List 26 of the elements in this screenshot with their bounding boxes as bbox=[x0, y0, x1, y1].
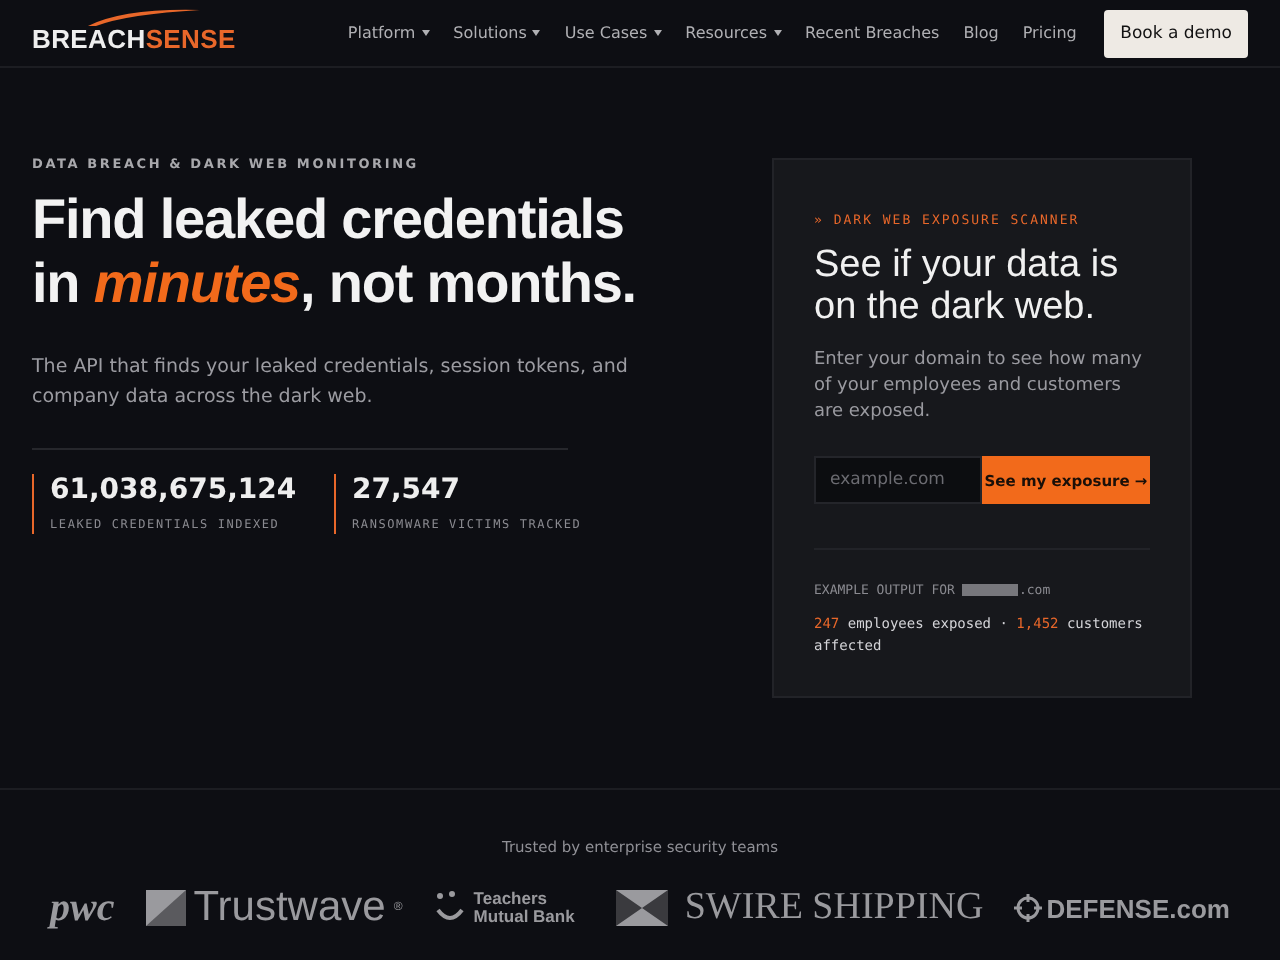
partner-logo: SWIRE SHIPPING bbox=[616, 886, 984, 930]
scanner-title: See if your data is on the dark web. bbox=[814, 244, 1121, 328]
lead-paragraph: The API that finds your leaked credentials, session tokens, and company data across the dark web. bbox=[32, 354, 630, 412]
domain-input-field[interactable]: example.com bbox=[814, 456, 982, 504]
nav-link[interactable]: Pricing bbox=[1022, 24, 1077, 42]
nav-link[interactable]: Use Cases bbox=[564, 24, 662, 42]
stat-value: 61,038,675,124 bbox=[50, 474, 299, 506]
partner-logo: pwc bbox=[50, 885, 115, 931]
stat-value: 27,547 bbox=[352, 474, 463, 506]
book-demo-button[interactable]: Book a demo bbox=[1104, 9, 1248, 57]
nav-link[interactable]: Blog bbox=[963, 24, 999, 42]
caret-icon bbox=[421, 30, 430, 37]
nav-link[interactable]: Solutions bbox=[453, 24, 541, 42]
partner-logo: Teachers Mutual Bank bbox=[433, 890, 586, 926]
caret-icon bbox=[773, 30, 781, 37]
headline: Find leaked credentials in minutes, not months. bbox=[32, 188, 638, 316]
logo[interactable]: BREACHSENSE bbox=[32, 8, 236, 58]
nav-link[interactable]: Platform bbox=[347, 24, 430, 42]
partner-logo: Trustwave $^{®}$ bbox=[145, 884, 403, 932]
caret-icon bbox=[532, 30, 541, 37]
scanner-description: Enter your domain to see how many of your employees and customers are exposed. bbox=[814, 348, 1144, 426]
nav-link[interactable]: Recent Breaches bbox=[805, 24, 940, 42]
nav-link[interactable]: Resources bbox=[685, 24, 781, 42]
caret-icon bbox=[653, 30, 662, 37]
redacted-domain-bar bbox=[962, 584, 1019, 596]
partner-logo: DEFENSE.com bbox=[1014, 893, 1230, 923]
